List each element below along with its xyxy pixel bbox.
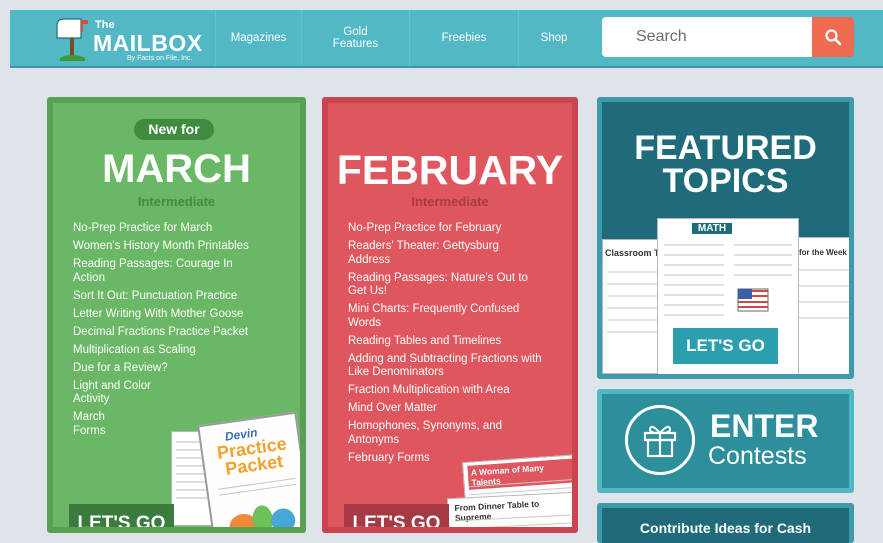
march-link[interactable]: Women's History Month Printables bbox=[73, 240, 253, 254]
march-link[interactable]: Light and Color Activity bbox=[73, 380, 168, 407]
nav-freebies[interactable]: Freebies bbox=[409, 10, 518, 66]
featured-topics-card[interactable]: FEATURED TOPICS Classroom Tim for the We… bbox=[597, 97, 854, 379]
practice-packet-thumbnail: Devin Practice Packet bbox=[197, 411, 300, 527]
nav-shop[interactable]: Shop bbox=[518, 10, 589, 66]
march-link[interactable]: Due for a Review? bbox=[73, 362, 253, 376]
gift-icon-circle bbox=[625, 405, 695, 475]
march-lets-go-button[interactable]: LET'S GO bbox=[69, 504, 174, 527]
search-icon bbox=[825, 29, 842, 46]
february-link-list: No-Prep Practice for February Readers' T… bbox=[348, 222, 543, 470]
march-link[interactable]: Letter Writing With Mother Goose bbox=[73, 308, 253, 322]
march-link[interactable]: March Forms bbox=[73, 411, 118, 438]
march-link[interactable]: Reading Passages: Courage In Action bbox=[73, 258, 253, 285]
march-level: Intermediate bbox=[137, 194, 216, 209]
february-link[interactable]: Readers' Theater: Gettysburg Address bbox=[348, 240, 543, 267]
search-button[interactable] bbox=[812, 17, 854, 57]
logo-name: MAILBOX bbox=[93, 30, 203, 56]
nav-magazines[interactable]: Magazines bbox=[215, 10, 301, 66]
february-link[interactable]: Mini Charts: Frequently Confused Words bbox=[348, 303, 543, 330]
february-card: FEBRUARY Intermediate No-Prep Practice f… bbox=[322, 97, 578, 533]
march-link-list: No-Prep Practice for March Women's Histo… bbox=[73, 222, 253, 443]
nav-gold-features[interactable]: Gold Features bbox=[301, 10, 409, 66]
contribute-card[interactable]: Contribute Ideas for Cash bbox=[597, 503, 854, 543]
march-title: MARCH bbox=[102, 147, 251, 191]
search-box bbox=[602, 17, 812, 57]
february-link[interactable]: Reading Passages: Nature's Out to Get Us… bbox=[348, 272, 543, 299]
february-link[interactable]: Adding and Subtracting Fractions with Li… bbox=[348, 353, 543, 380]
gift-icon bbox=[643, 425, 677, 458]
february-level: Intermediate bbox=[411, 194, 489, 209]
featured-title-line1: FEATURED bbox=[634, 129, 817, 167]
site-header: The MAILBOX By Facts on File, Inc. Magaz… bbox=[10, 10, 883, 68]
mailbox-icon bbox=[56, 18, 88, 61]
featured-title-line2: TOPICS bbox=[662, 162, 789, 200]
worksheet-thumbnail: From Dinner Table to Supreme bbox=[446, 491, 572, 527]
march-link[interactable]: No-Prep Practice for March bbox=[73, 222, 253, 236]
february-title: FEBRUARY bbox=[336, 147, 564, 193]
february-link[interactable]: Fraction Multiplication with Area bbox=[348, 384, 543, 398]
contests-label: Contests bbox=[708, 442, 807, 470]
march-link[interactable]: Multiplication as Scaling bbox=[73, 344, 253, 358]
logo-tagline: By Facts on File, Inc. bbox=[127, 55, 193, 62]
february-link[interactable]: Homophones, Synonyms, and Antonyms bbox=[348, 420, 543, 447]
worksheet-thumbnail: for the Week bbox=[794, 237, 849, 374]
february-lets-go-button[interactable]: LET'S GO bbox=[344, 504, 449, 527]
february-link[interactable]: Mind Over Matter bbox=[348, 402, 543, 416]
featured-lets-go-button[interactable]: LET'S GO bbox=[673, 328, 778, 364]
enter-contests-card[interactable]: ENTER Contests bbox=[597, 389, 854, 493]
enter-label: ENTER bbox=[710, 408, 819, 444]
march-card: New for MARCH Intermediate No-Prep Pract… bbox=[47, 97, 306, 533]
mailbox-logo[interactable]: The MAILBOX By Facts on File, Inc. bbox=[55, 14, 215, 64]
march-link[interactable]: Sort It Out: Punctuation Practice bbox=[73, 290, 253, 304]
main-nav: Magazines Gold Features Freebies Shop bbox=[215, 10, 589, 66]
february-link[interactable]: No-Prep Practice for February bbox=[348, 222, 543, 236]
february-link[interactable]: Reading Tables and Timelines bbox=[348, 335, 543, 349]
contribute-label: Contribute Ideas for Cash bbox=[639, 520, 812, 536]
new-for-badge: New for bbox=[134, 119, 214, 140]
search-input[interactable] bbox=[602, 17, 812, 57]
march-link[interactable]: Decimal Fractions Practice Packet bbox=[73, 326, 253, 340]
